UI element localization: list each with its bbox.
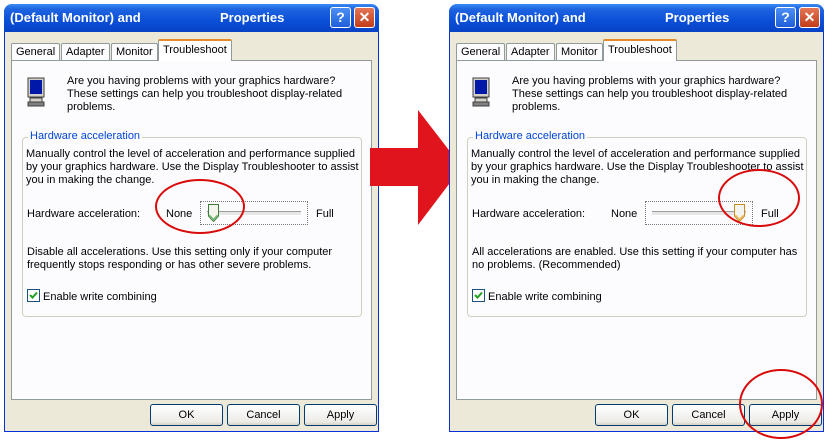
monitor-icon bbox=[27, 77, 45, 107]
checkmark-icon bbox=[474, 291, 483, 299]
window-title: (Default Monitor) and bbox=[455, 10, 586, 25]
close-icon[interactable]: ✕ bbox=[354, 7, 375, 28]
checkbox-label: Enable write combining bbox=[488, 291, 602, 303]
help-icon[interactable]: ? bbox=[775, 7, 796, 28]
cancel-button[interactable]: Cancel bbox=[672, 404, 745, 426]
hardware-acceleration-group: Hardware acceleration Manually control t… bbox=[467, 130, 807, 317]
tab-general[interactable]: General bbox=[11, 43, 61, 60]
cancel-button[interactable]: Cancel bbox=[227, 404, 300, 426]
tab-monitor[interactable]: Monitor bbox=[556, 43, 603, 60]
intro-text: Are you having problems with your graphi… bbox=[67, 75, 343, 113]
checkmark-icon bbox=[29, 291, 38, 299]
slider-min-label: None bbox=[611, 208, 638, 220]
level-description: Disable all accelerations. Use this sett… bbox=[27, 246, 333, 271]
ok-button[interactable]: OK bbox=[150, 404, 223, 426]
write-combining-checkbox[interactable] bbox=[472, 289, 485, 302]
group-title: Hardware acceleration bbox=[473, 130, 588, 142]
title-bar[interactable]: (Default Monitor) and Properties ? ✕ bbox=[4, 4, 379, 32]
ok-button[interactable]: OK bbox=[595, 404, 668, 426]
tab-general[interactable]: General bbox=[456, 43, 506, 60]
title-bar[interactable]: (Default Monitor) and Properties ? ✕ bbox=[449, 4, 824, 32]
tab-troubleshoot[interactable]: Troubleshoot bbox=[158, 39, 232, 61]
highlight-circle-slider bbox=[718, 169, 800, 227]
slider-label: Hardware acceleration: bbox=[472, 208, 586, 220]
write-combining-row[interactable]: Enable write combining bbox=[27, 289, 157, 303]
intro-text: Are you having problems with your graphi… bbox=[512, 75, 788, 113]
write-combining-row[interactable]: Enable write combining bbox=[472, 289, 602, 303]
group-title: Hardware acceleration bbox=[28, 130, 143, 142]
highlight-circle-slider bbox=[155, 179, 245, 234]
write-combining-checkbox[interactable] bbox=[27, 289, 40, 302]
close-icon[interactable]: ✕ bbox=[799, 7, 820, 28]
slider-max-label: Full bbox=[316, 208, 334, 220]
tab-monitor[interactable]: Monitor bbox=[111, 43, 158, 60]
tab-adapter[interactable]: Adapter bbox=[506, 43, 555, 60]
tab-troubleshoot[interactable]: Troubleshoot bbox=[603, 39, 677, 61]
apply-button[interactable]: Apply bbox=[304, 404, 377, 426]
window-title: (Default Monitor) and bbox=[10, 10, 141, 25]
checkbox-label: Enable write combining bbox=[43, 291, 157, 303]
level-description: All accelerations are enabled. Use this … bbox=[472, 246, 798, 271]
monitor-icon bbox=[472, 77, 490, 107]
window-title-suffix: Properties bbox=[665, 10, 730, 25]
display-properties-dialog-after: (Default Monitor) and Properties ? ✕ Gen… bbox=[449, 4, 824, 439]
help-icon[interactable]: ? bbox=[330, 7, 351, 28]
display-properties-dialog-before: (Default Monitor) and Properties ? ✕ Gen… bbox=[4, 4, 379, 432]
window-title-suffix: Properties bbox=[220, 10, 285, 25]
slider-label: Hardware acceleration: bbox=[27, 208, 141, 220]
troubleshoot-panel: Are you having problems with your graphi… bbox=[456, 60, 817, 400]
tab-adapter[interactable]: Adapter bbox=[61, 43, 110, 60]
highlight-circle-apply bbox=[739, 369, 823, 439]
